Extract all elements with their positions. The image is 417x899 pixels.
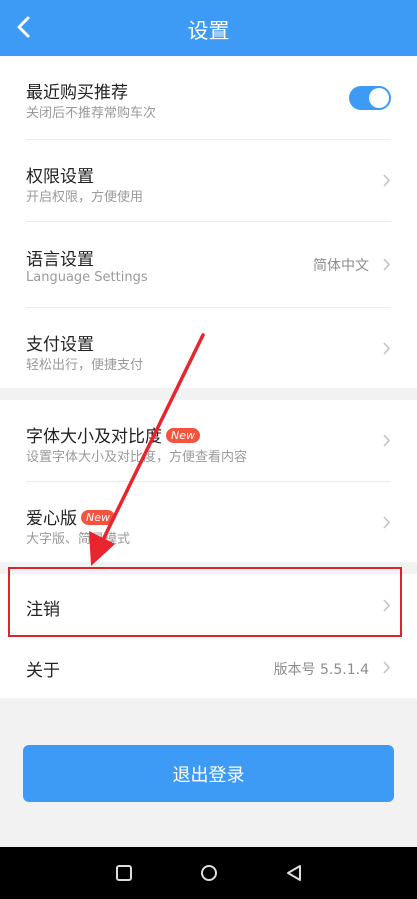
permission-settings-subtitle: 开启权限，方便使用 — [26, 190, 144, 205]
settings-group-1: 最近购买推荐 关闭后不推荐常购车次 权限设置 开启权限，方便使用 语言设置 La… — [0, 56, 417, 388]
payment-settings-subtitle: 轻松出行，便捷支付 — [26, 358, 144, 373]
settings-group-3: 注销 关于 版本号 5.5.1.4 — [0, 574, 417, 698]
permission-settings-item[interactable]: 权限设置 开启权限，方便使用 — [0, 140, 417, 222]
chevron-right-icon — [383, 661, 391, 674]
toggle-knob — [369, 88, 389, 108]
font-size-contrast-label: 字体大小及对比度 — [26, 427, 162, 447]
cancel-account-title: 注销 — [26, 600, 60, 620]
language-settings-subtitle: Language Settings — [26, 270, 148, 285]
chevron-right-icon — [383, 342, 391, 355]
payment-settings-title: 支付设置 — [26, 335, 94, 355]
about-item[interactable]: 关于 版本号 5.5.1.4 — [0, 636, 417, 698]
chevron-right-icon — [383, 258, 391, 271]
chevron-right-icon — [383, 434, 391, 447]
font-size-contrast-subtitle: 设置字体大小及对比度，方便查看内容 — [26, 450, 248, 465]
recent-purchase-toggle[interactable] — [349, 86, 391, 110]
permission-settings-title: 权限设置 — [26, 167, 94, 187]
title-bar: 设置 — [0, 0, 417, 56]
font-size-contrast-item[interactable]: 字体大小及对比度 New 设置字体大小及对比度，方便查看内容 — [0, 400, 417, 482]
font-size-contrast-title: 字体大小及对比度 New — [26, 422, 200, 447]
chevron-right-icon — [383, 599, 391, 612]
recent-apps-icon[interactable] — [114, 863, 134, 883]
about-title: 关于 — [26, 661, 60, 681]
settings-group-2: 字体大小及对比度 New 设置字体大小及对比度，方便查看内容 爱心版 New 大字版… — [0, 400, 417, 562]
cancel-account-item[interactable]: 注销 — [0, 574, 417, 636]
system-nav-bar — [0, 847, 417, 899]
care-version-subtitle: 大字版、简易模式 — [26, 532, 131, 547]
care-version-title: 爱心版 New — [26, 504, 115, 529]
new-badge: New — [81, 510, 115, 525]
language-value: 简体中文 — [313, 258, 369, 274]
back-triangle-icon[interactable] — [284, 863, 304, 883]
language-settings-title: 语言设置 — [26, 250, 94, 270]
care-version-label: 爱心版 — [26, 509, 77, 529]
chevron-right-icon — [383, 516, 391, 529]
page-title: 设置 — [187, 19, 230, 43]
home-icon[interactable] — [199, 863, 219, 883]
chevron-right-icon — [383, 174, 391, 187]
logout-button[interactable]: 退出登录 — [23, 745, 394, 802]
new-badge: New — [166, 428, 200, 443]
recent-purchase-title: 最近购买推荐 — [26, 83, 128, 103]
care-version-item[interactable]: 爱心版 New 大字版、简易模式 — [0, 482, 417, 562]
recent-purchase-subtitle: 关闭后不推荐常购车次 — [26, 106, 157, 121]
version-value: 版本号 5.5.1.4 — [273, 662, 369, 678]
payment-settings-item[interactable]: 支付设置 轻松出行，便捷支付 — [0, 308, 417, 388]
recent-purchase-item: 最近购买推荐 关闭后不推荐常购车次 — [0, 56, 417, 140]
language-settings-item[interactable]: 语言设置 Language Settings 简体中文 — [0, 222, 417, 308]
